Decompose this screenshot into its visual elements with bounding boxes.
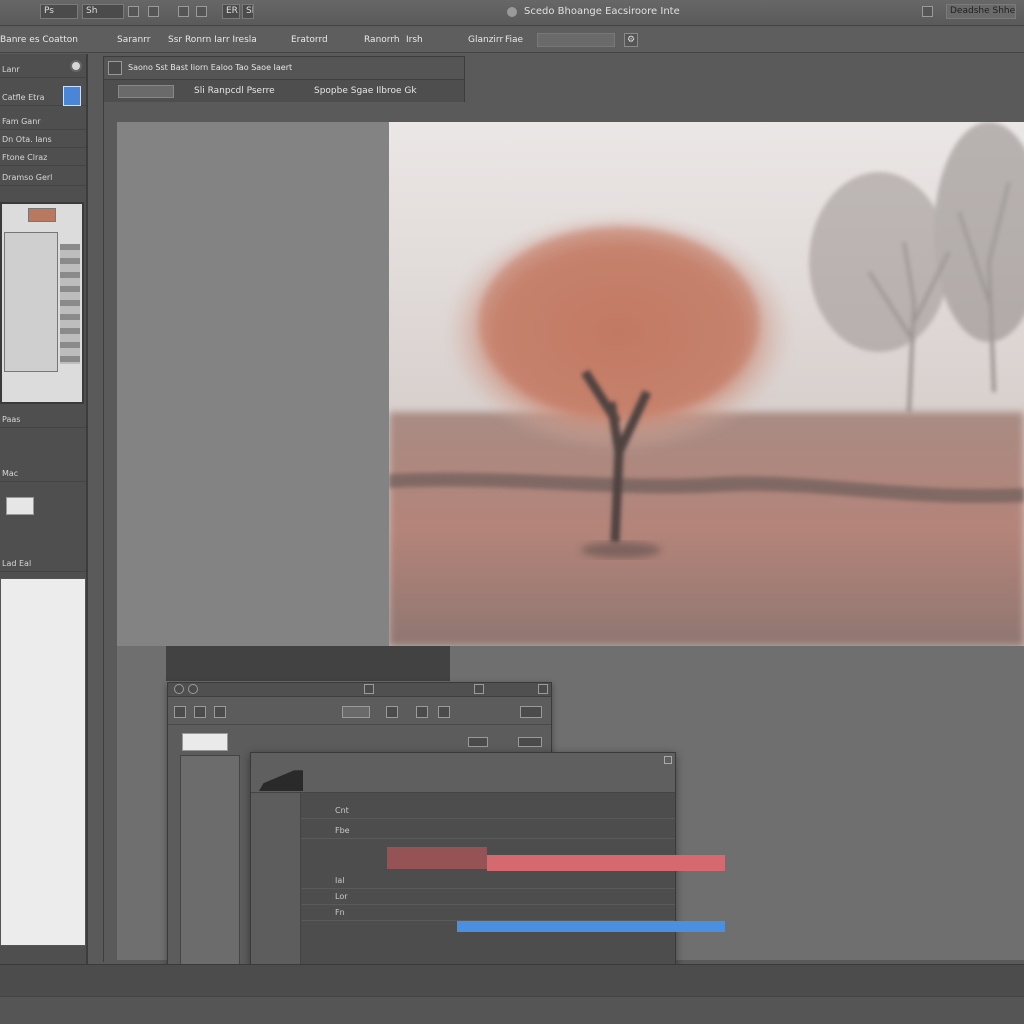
timeline-row[interactable]: Cnt [301, 803, 675, 819]
option-item[interactable]: Banre es Coatton [0, 35, 78, 45]
left-panel-row[interactable]: Mac [0, 466, 86, 482]
brush-icon[interactable] [214, 706, 226, 718]
options-bar: Banre es Coatton Saranrr Ssr Ronrn Iarr … [0, 27, 1024, 53]
gear-icon[interactable] [70, 60, 82, 72]
filter-icon[interactable] [174, 706, 186, 718]
option-item[interactable]: Glanzirr [468, 35, 503, 45]
panel-menu-icon[interactable] [474, 684, 484, 694]
left-panel-row[interactable]: Lad Eal [0, 556, 86, 572]
left-panel-row[interactable]: Dramso Gerl [0, 170, 86, 186]
document-tab[interactable]: Saono Sst Bast Iiorn Ealoo Tao Saoe Iaer… [128, 63, 292, 72]
view-toggle-icon[interactable] [342, 706, 370, 718]
timeline-row[interactable]: Lor [301, 889, 675, 905]
properties-panel [0, 578, 86, 946]
titlebar-tool-icon[interactable] [178, 6, 189, 17]
titlebar-button-1[interactable]: Ps [40, 4, 78, 19]
mask-icon[interactable] [416, 706, 428, 718]
foggy-tree-photo [389, 122, 1024, 646]
timeline-track-list [251, 793, 301, 969]
color-swatch-icon[interactable] [63, 86, 81, 106]
options-icon[interactable] [520, 706, 542, 718]
titlebar-tool-icon[interactable] [148, 6, 159, 17]
titlebar-button-2[interactable]: Sh [82, 4, 124, 19]
layers-toolbar [168, 699, 551, 725]
taskbar [0, 996, 1024, 1024]
clip-bar-red[interactable] [487, 855, 725, 871]
panel-tab-icon[interactable] [364, 684, 374, 694]
panel-toggle-button[interactable] [6, 497, 34, 515]
adjust-icon[interactable] [438, 706, 450, 718]
option-item[interactable]: Fiae [505, 35, 523, 45]
timeline-row[interactable]: Fn [301, 905, 675, 921]
arrange-icon[interactable] [922, 6, 933, 17]
option-item[interactable]: Ssr Ronrn Iarr Iresla [168, 35, 257, 45]
workspace-switcher[interactable]: Deadshe Shhe [946, 4, 1016, 19]
option-item[interactable]: Eratorrd [291, 35, 328, 45]
option-item[interactable]: Irsh [406, 35, 423, 45]
document-tab-row: Sli Ranpcdl Pserre Spopbe Sgae Ilbroe Gk [104, 79, 464, 102]
left-panel: Lanr Catfle Etra Fam Ganr Dn Ota. Ians F… [0, 54, 88, 966]
close-icon[interactable] [664, 756, 672, 764]
canvas-pasteboard[interactable] [117, 122, 389, 646]
navigator-preview [4, 232, 58, 372]
timeline-row[interactable]: Fbe [301, 823, 675, 839]
tab-controls[interactable] [118, 85, 174, 98]
titlebar-tool-icon[interactable] [128, 6, 139, 17]
title-bar: Ps Sh ER Sh Scedo Bhoange Eacsiroore Int… [0, 0, 1024, 26]
opacity-field[interactable] [182, 733, 228, 751]
lock-icon[interactable] [468, 737, 488, 747]
clip-bar-blue[interactable] [457, 921, 725, 932]
minimize-icon[interactable] [188, 684, 198, 694]
canvas-image[interactable] [389, 122, 1024, 646]
document-tab[interactable]: Spopbe Sgae Ilbroe Gk [314, 86, 417, 96]
timeline-window: Cnt Fbe Ial Lor Fn [250, 752, 725, 985]
left-panel-row[interactable]: Paas [0, 412, 86, 428]
link-icon[interactable] [194, 706, 206, 718]
left-panel-row[interactable]: Fam Ganr [0, 114, 86, 130]
option-item[interactable]: Ranorrh [364, 35, 400, 45]
layers-panel-header[interactable] [168, 683, 551, 697]
canvas-shadow-region [166, 646, 450, 681]
navigator-thumbnail[interactable] [0, 202, 84, 404]
timeline-header[interactable] [251, 753, 675, 793]
titlebar-tool-icon[interactable] [196, 6, 207, 17]
option-item[interactable]: Saranrr [117, 35, 150, 45]
titlebar-button-4[interactable]: Sh [242, 4, 254, 19]
clip-thumbnail [259, 770, 303, 791]
app-logo-icon [507, 7, 517, 17]
layer-icon[interactable] [386, 706, 398, 718]
close-icon[interactable] [174, 684, 184, 694]
selected-clip-label[interactable] [387, 847, 487, 869]
layer-list[interactable] [180, 755, 240, 967]
navigator-layer-list [60, 244, 80, 364]
left-panel-row[interactable]: Dn Ota. Ians [0, 132, 86, 148]
titlebar-button-3[interactable]: ER [222, 4, 240, 19]
options-input[interactable] [537, 33, 615, 47]
fill-icon[interactable] [518, 737, 542, 747]
expand-icon[interactable] [538, 684, 548, 694]
timeline-tracks: Cnt Fbe Ial Lor Fn [301, 793, 725, 969]
window-title: Scedo Bhoange Eacsiroore Inte [524, 6, 680, 17]
document-tabstrip: Saono Sst Bast Iiorn Ealoo Tao Saoe Iaer… [103, 56, 465, 102]
timeline-row[interactable]: Ial [301, 873, 675, 889]
navigator-color-chip [28, 208, 56, 222]
left-panel-row[interactable]: Ftone Clraz [0, 150, 86, 166]
document-tab-active[interactable]: Sli Ranpcdl Pserre [194, 86, 275, 96]
gear-icon[interactable]: ⚙ [624, 33, 638, 47]
tab-menu-icon[interactable] [108, 61, 122, 75]
